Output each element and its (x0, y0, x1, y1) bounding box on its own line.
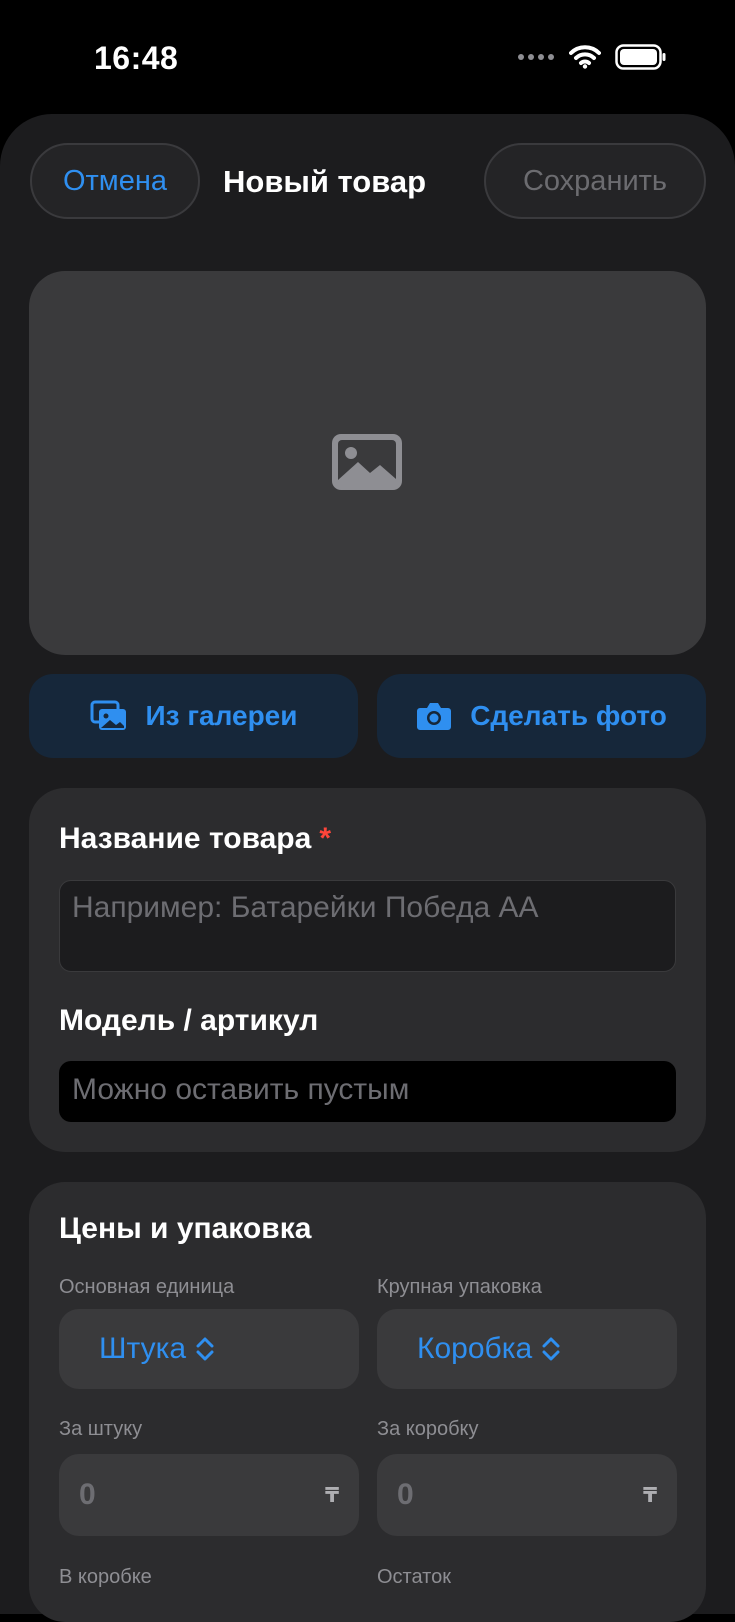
base-unit-select[interactable]: Штука (59, 1309, 359, 1389)
in-box-label: В коробке (59, 1566, 152, 1588)
gallery-button[interactable]: Из галереи (29, 674, 358, 758)
take-photo-button[interactable]: Сделать фото (377, 674, 706, 758)
per-box-price-input[interactable]: 0 ₸ (377, 1454, 677, 1536)
signal-icon (518, 54, 554, 60)
product-details-card: Название товара * Например: Батарейки Поб… (29, 788, 706, 1152)
per-box-label: За коробку (377, 1418, 479, 1440)
base-unit-label: Основная единица (59, 1276, 235, 1298)
pricing-card: Цены и упаковка Основная единица Крупная… (29, 1182, 706, 1622)
status-time: 16:48 (94, 40, 179, 76)
stock-label: Остаток (377, 1566, 451, 1588)
per-unit-label: За штуку (59, 1418, 143, 1440)
status-bar: 16:48 (0, 0, 735, 114)
product-name-label: Название товара * (59, 822, 331, 856)
model-input[interactable]: Можно оставить пустым (59, 1061, 676, 1122)
chevron-updown-icon (196, 1337, 214, 1361)
save-button[interactable]: Сохранить (484, 143, 706, 219)
wifi-icon (569, 45, 601, 69)
per-unit-price-input[interactable]: 0 ₸ (59, 1454, 359, 1536)
pack-value: Коробка (417, 1332, 533, 1365)
photo-stack-icon (90, 700, 126, 730)
status-icons (517, 44, 667, 70)
page-title: Новый товар (223, 164, 427, 199)
product-name-label-text: Название товара (59, 822, 312, 855)
pack-label: Крупная упаковка (377, 1276, 542, 1298)
camera-icon (417, 703, 452, 730)
chevron-updown-icon (542, 1337, 560, 1361)
product-name-input[interactable]: Например: Батарейки Победа АА (59, 880, 676, 972)
image-icon (332, 434, 402, 490)
currency-symbol: ₸ (643, 1484, 657, 1507)
take-photo-label: Сделать фото (470, 700, 667, 731)
cancel-button[interactable]: Отмена (30, 143, 200, 219)
currency-symbol: ₸ (325, 1484, 339, 1507)
required-mark: * (319, 822, 331, 855)
base-unit-value: Штука (99, 1332, 187, 1365)
battery-icon (615, 44, 666, 70)
model-label: Модель / артикул (59, 1004, 319, 1037)
pricing-title: Цены и упаковка (59, 1212, 312, 1245)
pack-select[interactable]: Коробка (377, 1309, 677, 1389)
gallery-label: Из галереи (145, 700, 298, 731)
per-unit-price-value: 0 (79, 1478, 96, 1511)
per-box-price-value: 0 (397, 1478, 414, 1511)
